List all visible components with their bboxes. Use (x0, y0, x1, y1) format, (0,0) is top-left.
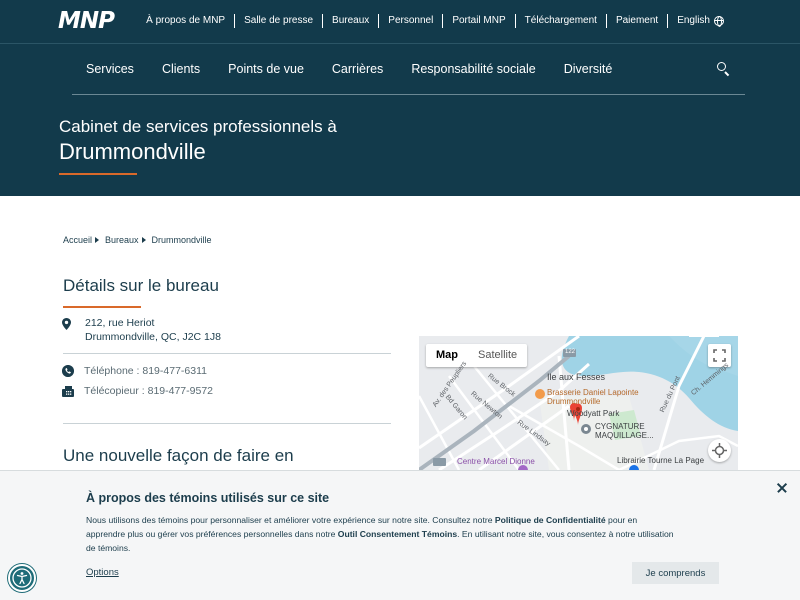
utility-link-download[interactable]: Téléchargement (514, 14, 606, 28)
language-switch[interactable]: English (667, 14, 733, 28)
accept-cookies-button[interactable]: Je comprends (632, 562, 719, 584)
privacy-policy-link[interactable]: Politique de Confidentialité (495, 515, 606, 525)
breadcrumb-offices[interactable]: Bureaux (105, 235, 139, 245)
address-line-2: Drummondville, QC, J2C 1J8 (85, 331, 221, 343)
nav-item-careers[interactable]: Carrières (318, 62, 397, 76)
my-location-icon[interactable] (708, 439, 731, 462)
main-header: Services Clients Points de vue Carrières… (0, 44, 800, 196)
utility-nav: À propos de MNP Salle de presse Bureaux … (137, 14, 733, 28)
mnp-logo[interactable]: MNP (58, 8, 115, 34)
cookie-banner: À propos des témoins utilisés sur ce sit… (0, 470, 800, 600)
divider (63, 353, 391, 354)
main-nav: Services Clients Points de vue Carrières… (72, 44, 745, 95)
map-route-shield: 122 (565, 349, 576, 355)
page-title: Drummondville (59, 139, 206, 164)
cookie-options-link[interactable]: Options (86, 567, 119, 578)
chevron-right-icon (95, 237, 100, 243)
heading-accent-line (63, 306, 141, 308)
phone-icon (62, 365, 74, 377)
office-details-heading: Détails sur le bureau (63, 276, 219, 295)
breadcrumb-home[interactable]: Accueil (63, 235, 92, 245)
cookie-text-part-1: Nous utilisons des témoins pour personna… (86, 515, 495, 525)
utility-link-people[interactable]: Personnel (378, 14, 442, 28)
close-icon[interactable] (776, 482, 788, 494)
logo-text: MNP (58, 8, 115, 34)
nav-item-diversity[interactable]: Diversité (550, 62, 627, 76)
address-line-1: 212, rue Heriot (85, 317, 155, 329)
utility-link-press[interactable]: Salle de presse (234, 14, 322, 28)
fax-number: Télécopieur : 819-477-9572 (84, 385, 214, 397)
language-label: English (677, 15, 710, 26)
map-label-park: Woodyatt Park (567, 409, 620, 418)
map-label-librairie: Librairie Tourne La Page (617, 456, 705, 465)
top-bar: MNP À propos de MNP Salle de presse Bure… (0, 0, 800, 44)
globe-icon (714, 16, 724, 27)
map-label-cygnature-1: CYGNATURE (595, 422, 645, 431)
nav-item-insights[interactable]: Points de vue (214, 62, 318, 76)
breadcrumb-current: Drummondville (151, 235, 212, 245)
breadcrumb: Accueil Bureaux Drummondville (63, 235, 212, 245)
fax-icon (62, 386, 74, 397)
map-label-brasserie-1: Brasserie Daniel Lapointe (547, 388, 639, 397)
hero-subtitle: Cabinet de services professionnels à (59, 117, 337, 136)
map-label-brasserie-2: Drummondville (547, 397, 601, 406)
phone-number[interactable]: Téléphone : 819-477-6311 (84, 365, 207, 377)
nav-item-social-responsibility[interactable]: Responsabilité sociale (397, 62, 549, 76)
cookie-banner-title: À propos des témoins utilisés sur ce sit… (86, 491, 330, 505)
map-label-marcel-dionne: Centre Marcel Dionne (457, 457, 535, 466)
utility-link-offices[interactable]: Bureaux (322, 14, 378, 28)
nav-item-clients[interactable]: Clients (148, 62, 214, 76)
utility-link-about[interactable]: À propos de MNP (137, 14, 234, 28)
map-pin-icon (62, 318, 71, 330)
map-label-ile: Ile aux Fesses (547, 372, 606, 382)
accessibility-icon[interactable] (8, 564, 36, 592)
cookie-banner-text: Nous utilisons des témoins pour personna… (86, 513, 676, 555)
utility-link-portal[interactable]: Portail MNP (442, 14, 514, 28)
utility-link-payment[interactable]: Paiement (605, 14, 667, 28)
map-type-control: Map Satellite (426, 344, 528, 367)
cookie-consent-tool-link[interactable]: Outil Consentement Témoins (338, 529, 457, 539)
chevron-right-icon (141, 237, 146, 243)
title-accent-line (59, 173, 137, 175)
search-icon[interactable] (717, 62, 731, 77)
google-map[interactable]: Map Satellite Ile aux Fesses Brasserie D… (419, 336, 738, 470)
map-type-satellite[interactable]: Satellite (468, 344, 527, 367)
new-way-heading: Une nouvelle façon de faire en (63, 446, 294, 465)
nav-item-services[interactable]: Services (72, 62, 148, 76)
divider (63, 423, 391, 424)
map-label-cygnature-2: MAQUILLAGE... (595, 431, 654, 440)
